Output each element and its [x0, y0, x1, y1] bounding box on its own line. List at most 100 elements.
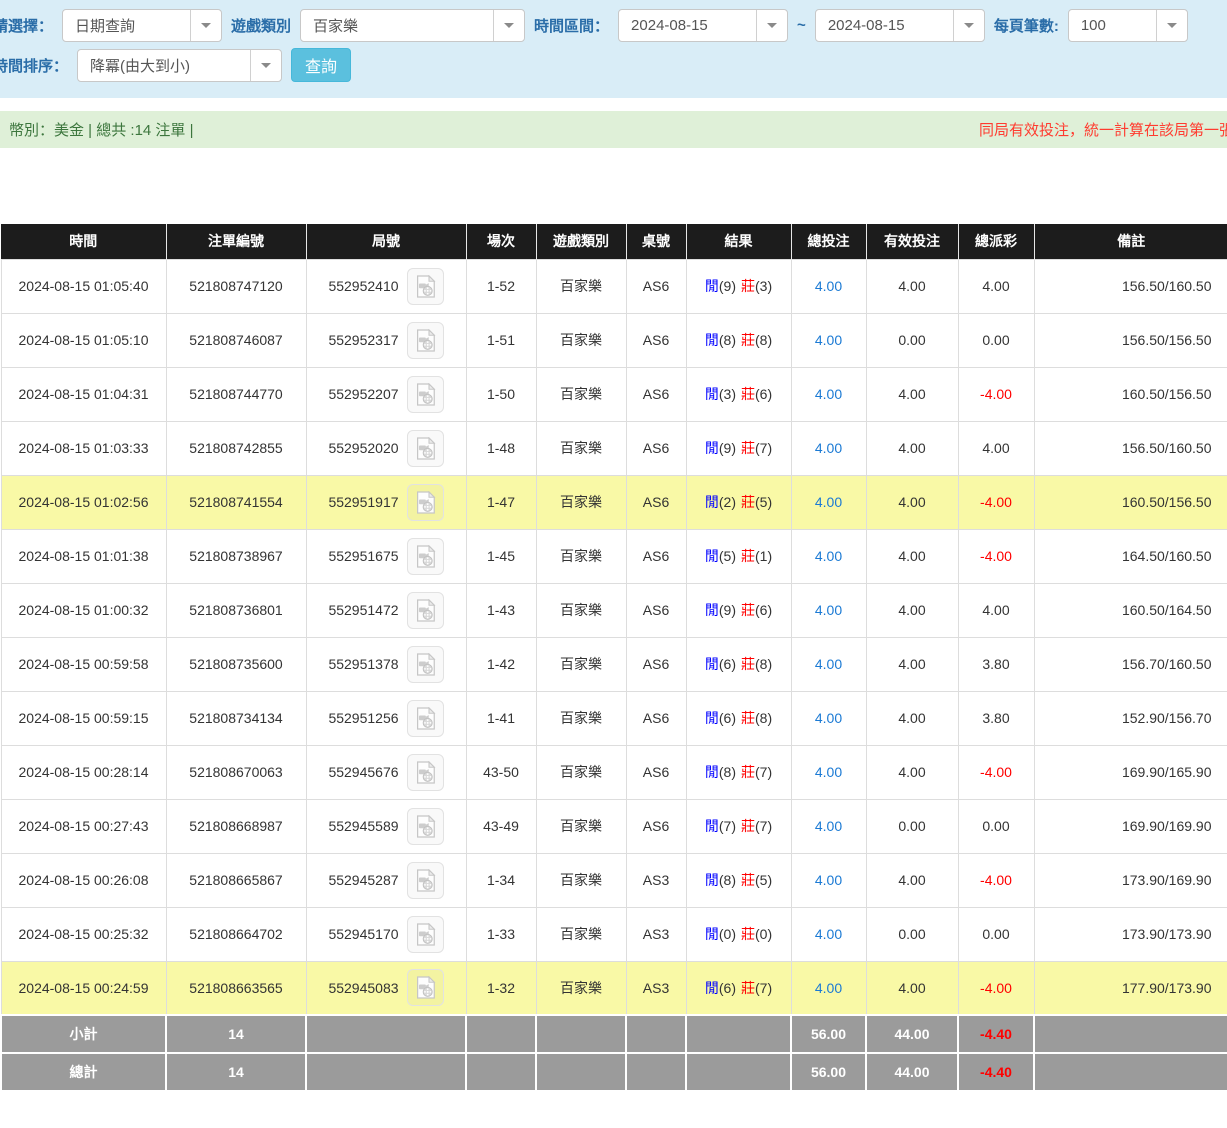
note-cell: 156.70/160.50: [1034, 637, 1227, 691]
round-id-cell: 552945083: [306, 961, 466, 1015]
player-points: (7): [719, 818, 736, 834]
video-file-icon: [415, 923, 436, 946]
game-category-select[interactable]: 百家樂: [300, 9, 525, 42]
game-cell: 百家樂: [536, 799, 626, 853]
table-row: 2024-08-15 00:27:43 521808668987 5529455…: [1, 799, 1227, 853]
chevron-down-icon[interactable]: [756, 10, 787, 41]
banker-result: 莊: [741, 710, 755, 726]
empty-cell: [1034, 1053, 1227, 1091]
query-type-label: 請選擇：: [0, 15, 53, 36]
chevron-down-icon[interactable]: [1156, 10, 1187, 41]
video-replay-button[interactable]: [407, 376, 444, 413]
time-cell: 2024-08-15 01:04:31: [1, 367, 166, 421]
total-bet-cell: 4.00: [791, 259, 866, 313]
video-replay-button[interactable]: [407, 862, 444, 899]
player-result: 閒: [705, 386, 719, 402]
round-id-cell: 552951378: [306, 637, 466, 691]
round-id-value: 552951256: [328, 710, 398, 726]
video-replay-button[interactable]: [407, 430, 444, 467]
player-points: (8): [719, 332, 736, 348]
video-replay-button[interactable]: [407, 268, 444, 305]
total-bet-cell: 4.00: [791, 367, 866, 421]
video-replay-button[interactable]: [407, 592, 444, 629]
player-points: (0): [719, 926, 736, 942]
total-bet-link[interactable]: 4.00: [815, 926, 842, 942]
video-replay-button[interactable]: [407, 754, 444, 791]
table-no-cell: AS3: [626, 907, 686, 961]
game-category-label: 遊戲類別: [231, 15, 291, 36]
total-bet-link[interactable]: 4.00: [815, 980, 842, 996]
video-replay-button[interactable]: [407, 916, 444, 953]
result-cell: 閒(2)莊(5): [686, 475, 791, 529]
chevron-down-icon[interactable]: [250, 50, 281, 81]
round-id-cell: 552952020: [306, 421, 466, 475]
bet-id-cell: 521808670063: [166, 745, 306, 799]
total-bet-link[interactable]: 4.00: [815, 710, 842, 726]
total-bet-link[interactable]: 4.00: [815, 440, 842, 456]
player-result: 閒: [705, 494, 719, 510]
video-replay-button[interactable]: [407, 646, 444, 683]
video-replay-button[interactable]: [407, 969, 444, 1006]
round-id-value: 552945170: [328, 926, 398, 942]
note-cell: 152.90/156.70: [1034, 691, 1227, 745]
table-no-cell: AS6: [626, 583, 686, 637]
banker-result: 莊: [741, 872, 755, 888]
total-bet-link[interactable]: 4.00: [815, 872, 842, 888]
table-row: 2024-08-15 01:04:31 521808744770 5529522…: [1, 367, 1227, 421]
page-size-select[interactable]: 100: [1068, 9, 1188, 42]
col-header-table-no: 桌號: [626, 224, 686, 259]
chevron-down-icon[interactable]: [190, 10, 221, 41]
total-bet-link[interactable]: 4.00: [815, 764, 842, 780]
total-bet-cell: 4.00: [791, 691, 866, 745]
total-bet-link[interactable]: 4.00: [815, 548, 842, 564]
chevron-down-icon[interactable]: [953, 10, 984, 41]
player-result: 閒: [705, 980, 719, 996]
table-row: 2024-08-15 00:26:08 521808665867 5529452…: [1, 853, 1227, 907]
time-cell: 2024-08-15 01:05:40: [1, 259, 166, 313]
total-bet-link[interactable]: 4.00: [815, 386, 842, 402]
player-result: 閒: [705, 278, 719, 294]
query-type-select[interactable]: 日期查詢: [62, 9, 222, 42]
video-file-icon: [415, 545, 436, 568]
video-replay-button[interactable]: [407, 808, 444, 845]
round-id-value: 552952020: [328, 440, 398, 456]
table-row: 2024-08-15 01:01:38 521808738967 5529516…: [1, 529, 1227, 583]
result-cell: 閒(6)莊(8): [686, 691, 791, 745]
payout-cell: -4.00: [958, 475, 1034, 529]
video-replay-button[interactable]: [407, 322, 444, 359]
currency-total-summary: 幣別：美金 | 總共 :14 注單 |: [9, 119, 193, 140]
total-bet-link[interactable]: 4.00: [815, 278, 842, 294]
video-replay-button[interactable]: [407, 700, 444, 737]
round-id-cell: 552951256: [306, 691, 466, 745]
video-replay-button[interactable]: [407, 484, 444, 521]
player-points: (2): [719, 494, 736, 510]
valid-bet-cell: 4.00: [866, 961, 958, 1015]
payout-cell: -4.00: [958, 529, 1034, 583]
date-from-select[interactable]: 2024-08-15: [618, 9, 788, 42]
total-bet-link[interactable]: 4.00: [815, 494, 842, 510]
round-id-value: 552951675: [328, 548, 398, 564]
table-no-cell: AS6: [626, 475, 686, 529]
total-bet-link[interactable]: 4.00: [815, 656, 842, 672]
total-bet-link[interactable]: 4.00: [815, 332, 842, 348]
total-bet-link[interactable]: 4.00: [815, 602, 842, 618]
search-button[interactable]: 查詢: [291, 48, 351, 82]
valid-bet-cell: 4.00: [866, 421, 958, 475]
banker-points: (3): [755, 278, 772, 294]
result-cell: 閒(8)莊(7): [686, 745, 791, 799]
video-replay-button[interactable]: [407, 538, 444, 575]
sort-order-select[interactable]: 降冪(由大到小): [77, 49, 282, 82]
time-cell: 2024-08-15 00:28:14: [1, 745, 166, 799]
total-bet-cell: 4.00: [791, 529, 866, 583]
bet-id-cell: 521808746087: [166, 313, 306, 367]
player-result: 閒: [705, 710, 719, 726]
bet-id-cell: 521808735600: [166, 637, 306, 691]
payout-cell: -4.00: [958, 367, 1034, 421]
total-bet-link[interactable]: 4.00: [815, 818, 842, 834]
game-cell: 百家樂: [536, 475, 626, 529]
summary-payout-cell: -4.40: [958, 1015, 1034, 1053]
table-row: 2024-08-15 01:05:10 521808746087 5529523…: [1, 313, 1227, 367]
game-cell: 百家樂: [536, 583, 626, 637]
date-to-select[interactable]: 2024-08-15: [815, 9, 985, 42]
chevron-down-icon[interactable]: [493, 10, 524, 41]
